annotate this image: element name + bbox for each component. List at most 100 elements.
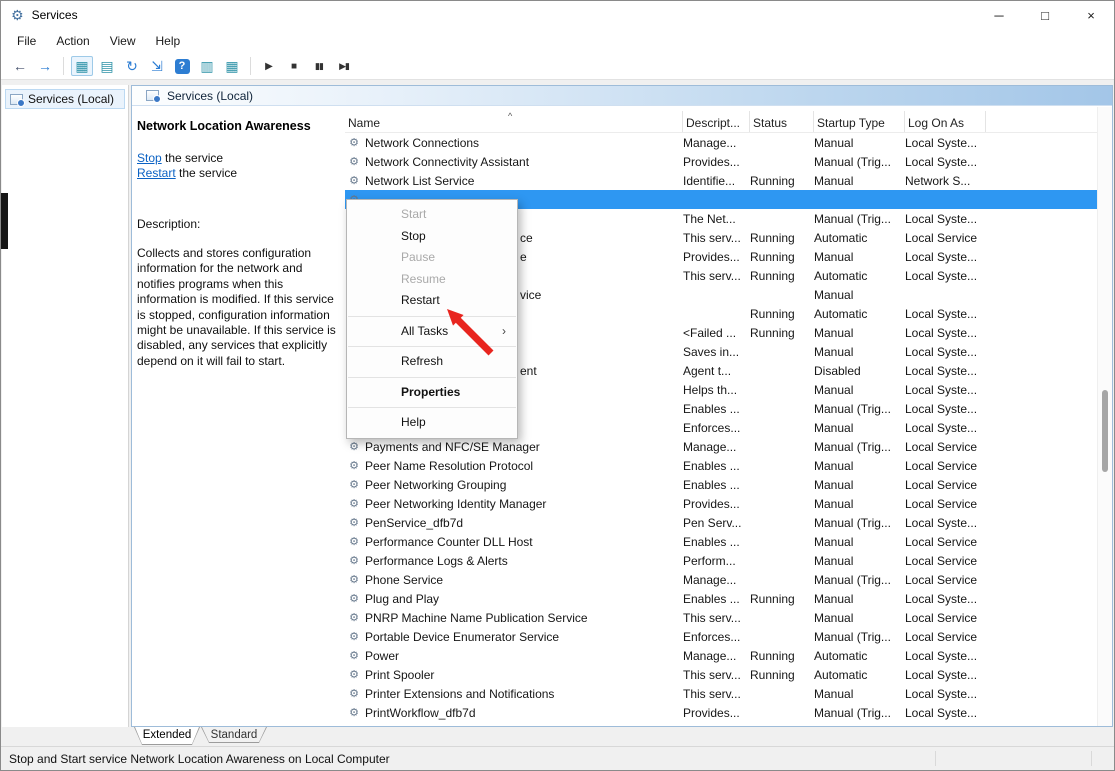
name-cell: ⚙ Power xyxy=(345,649,683,663)
menubar-item-help[interactable]: Help xyxy=(146,31,191,51)
scrollbar-thumb[interactable] xyxy=(1102,390,1108,472)
table-row[interactable]: ⚙ Phone Service Manage... Manual (Trig... Lo… xyxy=(345,570,1097,589)
service-description: Agent t... xyxy=(683,363,732,378)
menu-bar: File Action View Help xyxy=(1,29,1114,53)
name-cell: ⚙ Peer Networking Identity Manager xyxy=(345,497,683,511)
tree-item-services-local[interactable]: Services (Local) xyxy=(5,89,125,109)
name-cell: ⚙ Performance Counter DLL Host xyxy=(345,535,683,549)
service-gear-icon: ⚙ xyxy=(349,631,359,643)
service-description: Provides... xyxy=(683,154,740,169)
service-name: PrintWorkflow_dfb7d xyxy=(365,705,476,720)
startup-type: Automatic xyxy=(814,306,868,321)
name-cell: ⚙ Printer Extensions and Notifications xyxy=(345,687,683,701)
table-row[interactable]: ⚙ Network Connections Manage... Manual Local… xyxy=(345,133,1097,152)
start-service-icon[interactable]: ▶ xyxy=(258,56,280,76)
restart-service-icon[interactable]: ▶▮ xyxy=(333,56,355,76)
tab-extended[interactable]: Extended xyxy=(134,727,200,745)
tab-standard[interactable]: Standard xyxy=(201,727,267,743)
column-header-desc[interactable]: Descript... xyxy=(683,111,750,132)
table-row[interactable]: ⚙ PNRP Machine Name Publication Service Th… xyxy=(345,608,1097,627)
service-description: Manage... xyxy=(683,572,737,587)
service-description: Provides... xyxy=(683,249,740,264)
context-menu-item-stop[interactable]: Stop xyxy=(347,226,517,248)
service-status: Running xyxy=(750,306,795,321)
startup-type: Manual xyxy=(814,173,854,188)
startup-type: Manual xyxy=(814,287,854,302)
stop-service-link[interactable]: Stop xyxy=(137,151,162,165)
log-on-as: Local Syste... xyxy=(905,306,978,321)
tab-label: Standard xyxy=(202,727,266,742)
context-menu-item-help[interactable]: Help xyxy=(347,412,517,434)
service-gear-icon: ⚙ xyxy=(349,593,359,605)
pause-service-icon[interactable]: ▮▮ xyxy=(308,56,330,76)
refresh-icon[interactable]: ↻ xyxy=(121,56,143,76)
table-row[interactable]: ⚙ Plug and Play Enables ... Running Manual Lo… xyxy=(345,589,1097,608)
service-gear-icon: ⚙ xyxy=(349,536,359,548)
log-on-as: Local Service xyxy=(905,458,978,473)
service-name: Phone Service xyxy=(365,572,444,587)
minimize-button[interactable]: ─ xyxy=(976,1,1022,29)
workspace: Services (Local) Services (Local) Networ… xyxy=(1,80,1114,746)
screen-artifact xyxy=(1,193,8,249)
table-row[interactable]: ⚙ Payments and NFC/SE Manager Manage... Man… xyxy=(345,437,1097,456)
help-icon[interactable]: ? xyxy=(171,56,193,76)
table-row[interactable]: ⚙ Network List Service Identifie... Running… xyxy=(345,171,1097,190)
column-header-status[interactable]: Status xyxy=(750,111,814,132)
column-header-name[interactable]: Name xyxy=(345,111,683,132)
show-console-tree-icon[interactable]: ▦ xyxy=(71,56,93,76)
maximize-button[interactable]: □ xyxy=(1022,1,1068,29)
table-row[interactable]: ⚙ Peer Networking Grouping Enables ... Manu… xyxy=(345,475,1097,494)
table-row[interactable]: ⚙ Network Connectivity Assistant Provides.… xyxy=(345,152,1097,171)
table-row[interactable]: ⚙ Portable Device Enumerator Service Enfor… xyxy=(345,627,1097,646)
back-icon[interactable]: ← xyxy=(9,56,31,76)
table-row[interactable]: ⚙ PrintWorkflow_dfb7d Provides... Manual (T… xyxy=(345,703,1097,722)
log-on-as: Local Syste... xyxy=(905,705,978,720)
service-name: Peer Name Resolution Protocol xyxy=(365,458,534,473)
table-row[interactable]: ⚙ Power Manage... Running Automatic Local Sys… xyxy=(345,646,1097,665)
show-description-icon[interactable]: ▥ xyxy=(196,56,218,76)
service-gear-icon: ⚙ xyxy=(349,441,359,453)
menubar-item-file[interactable]: File xyxy=(7,31,46,51)
log-on-as: Local Syste... xyxy=(905,249,978,264)
service-description: Manage... xyxy=(683,648,737,663)
startup-type: Manual (Trig... xyxy=(814,705,891,720)
menubar-item-action[interactable]: Action xyxy=(46,31,99,51)
standard-view-icon[interactable]: ▦ xyxy=(221,56,243,76)
restart-service-link[interactable]: Restart xyxy=(137,166,176,180)
stop-service-icon[interactable]: ■ xyxy=(283,56,305,76)
table-row[interactable]: ⚙ Printer Extensions and Notifications Thi… xyxy=(345,684,1097,703)
table-row[interactable]: ⚙ Print Spooler This serv... Running Automat… xyxy=(345,665,1097,684)
table-row[interactable]: ⚙ Peer Networking Identity Manager Provide… xyxy=(345,494,1097,513)
forward-icon[interactable]: → xyxy=(34,56,56,76)
save-list-icon[interactable]: ⇲ xyxy=(146,56,168,76)
startup-type: Manual (Trig... xyxy=(814,439,891,454)
service-description: Enables ... xyxy=(683,534,740,549)
description-label: Description: xyxy=(137,217,201,231)
menubar-item-view[interactable]: View xyxy=(100,31,146,51)
service-status: Running xyxy=(750,591,795,606)
startup-type: Manual (Trig... xyxy=(814,211,891,226)
table-row[interactable]: ⚙ Performance Logs & Alerts Perform... Manu… xyxy=(345,551,1097,570)
service-description: This serv... xyxy=(683,610,741,625)
vertical-scrollbar[interactable] xyxy=(1097,107,1112,726)
service-gear-icon: ⚙ xyxy=(349,156,359,168)
column-header-logon[interactable]: Log On As xyxy=(905,111,986,132)
table-row[interactable]: ⚙ Performance Counter DLL Host Enables ...… xyxy=(345,532,1097,551)
log-on-as: Local Syste... xyxy=(905,154,978,169)
close-button[interactable]: × xyxy=(1068,1,1114,29)
column-header-startup[interactable]: Startup Type xyxy=(814,111,905,132)
context-menu-item-properties[interactable]: Properties xyxy=(347,382,517,404)
export-list-icon[interactable]: ▤ xyxy=(96,56,118,76)
table-row[interactable]: ⚙ Peer Name Resolution Protocol Enables ..… xyxy=(345,456,1097,475)
service-description: Enables ... xyxy=(683,458,740,473)
table-row[interactable]: ⚙ PenService_dfb7d Pen Serv... Manual (Trig… xyxy=(345,513,1097,532)
context-menu-item-pause: Pause xyxy=(401,250,436,264)
services-node-icon xyxy=(146,90,161,103)
startup-type: Manual xyxy=(814,382,854,397)
services-node-icon xyxy=(10,93,25,107)
service-name: Print Spooler xyxy=(365,667,435,682)
name-cell: ⚙ PNRP Machine Name Publication Service xyxy=(345,611,683,625)
restart-link-suffix: the service xyxy=(175,166,238,180)
service-description: Pen Serv... xyxy=(683,515,742,530)
status-text: Stop and Start service Network Location … xyxy=(9,751,390,766)
